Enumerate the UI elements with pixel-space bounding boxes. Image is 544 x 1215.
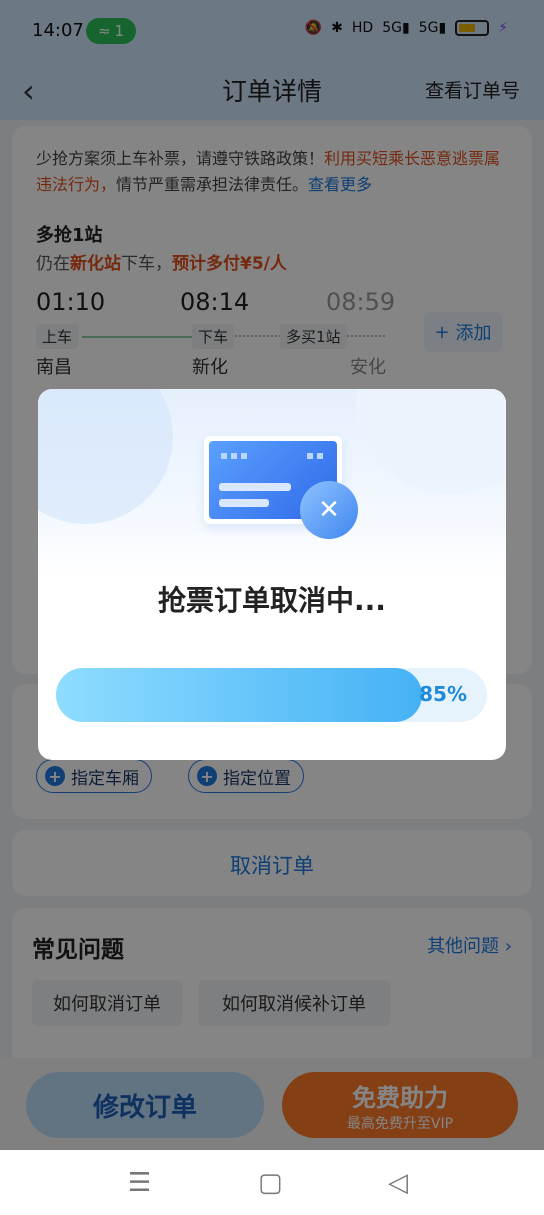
card-dot — [307, 453, 313, 459]
back-icon[interactable]: ◁ — [388, 1168, 408, 1198]
menu-icon[interactable]: ☰ — [128, 1168, 151, 1198]
card-dot — [231, 453, 237, 459]
card-dot — [317, 453, 323, 459]
card-dot — [221, 453, 227, 459]
card-dot — [241, 453, 247, 459]
cancel-progress-bar: 85% — [56, 668, 487, 722]
dialog-title: 抢票订单取消中... — [158, 584, 386, 617]
close-icon: ✕ — [300, 481, 358, 539]
home-icon[interactable]: ▢ — [258, 1168, 283, 1198]
card-stripe — [219, 483, 291, 491]
progress-fill — [56, 668, 423, 722]
card-stripe — [219, 499, 269, 507]
cancel-progress-dialog: ✕ 抢票订单取消中... 85% — [38, 389, 506, 760]
system-nav-bar: ☰ ▢ ◁ — [0, 1150, 544, 1215]
progress-percent: 85% — [419, 682, 467, 706]
